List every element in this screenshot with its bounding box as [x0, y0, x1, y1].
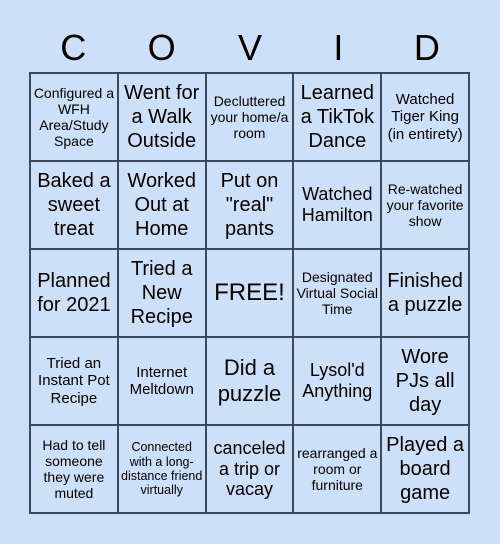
bingo-cell[interactable]: Had to tell someone they were muted: [30, 425, 118, 513]
bingo-cell[interactable]: Put on "real" pants: [205, 161, 294, 249]
bingo-cell[interactable]: Finished a puzzle: [381, 249, 469, 337]
bingo-cell[interactable]: rearranged a room or furniture: [293, 425, 382, 513]
bingo-cell[interactable]: Tried an Instant Pot Recipe: [30, 337, 118, 425]
bingo-cell[interactable]: Re-watched your favorite show: [381, 161, 469, 249]
header-letter-d: D: [413, 27, 440, 68]
bingo-cell[interactable]: Planned for 2021: [30, 249, 118, 337]
header-letter-i: I: [333, 27, 344, 68]
bingo-cell[interactable]: Wore PJs all day: [381, 337, 469, 425]
bingo-cell[interactable]: canceled a trip or vacay: [205, 425, 294, 513]
bingo-cell[interactable]: Watched Hamilton: [293, 161, 382, 249]
bingo-cell[interactable]: Connected with a long-distance friend vi…: [117, 425, 206, 513]
bingo-cell[interactable]: Configured a WFH Area/Study Space: [30, 73, 118, 161]
bingo-cell[interactable]: Internet Meltdown: [117, 337, 206, 425]
bingo-board: Configured a WFH Area/Study Space Went f…: [29, 72, 470, 514]
bingo-cell[interactable]: Played a board game: [381, 425, 469, 513]
bingo-cell[interactable]: Watched Tiger King (in entirety): [381, 73, 469, 161]
bingo-cell[interactable]: Did a puzzle: [205, 337, 294, 425]
bingo-cell[interactable]: Decluttered your home/a room: [205, 73, 294, 161]
bingo-cell[interactable]: Baked a sweet treat: [30, 161, 118, 249]
bingo-cell[interactable]: Worked Out at Home: [117, 161, 206, 249]
bingo-cell[interactable]: Tried a New Recipe: [117, 249, 206, 337]
bingo-cell[interactable]: Designated Virtual Social Time: [293, 249, 382, 337]
bingo-cell[interactable]: Lysol'd Anything: [293, 337, 382, 425]
bingo-cell[interactable]: Went for a Walk Outside: [117, 73, 206, 161]
header-letter-c: C: [60, 27, 87, 68]
bingo-cell[interactable]: Learned a TikTok Dance: [293, 73, 382, 161]
free-space[interactable]: FREE!: [205, 249, 294, 337]
bingo-header: C O V I D: [29, 27, 471, 69]
header-letter-v: V: [238, 27, 263, 68]
header-letter-o: O: [147, 27, 176, 68]
